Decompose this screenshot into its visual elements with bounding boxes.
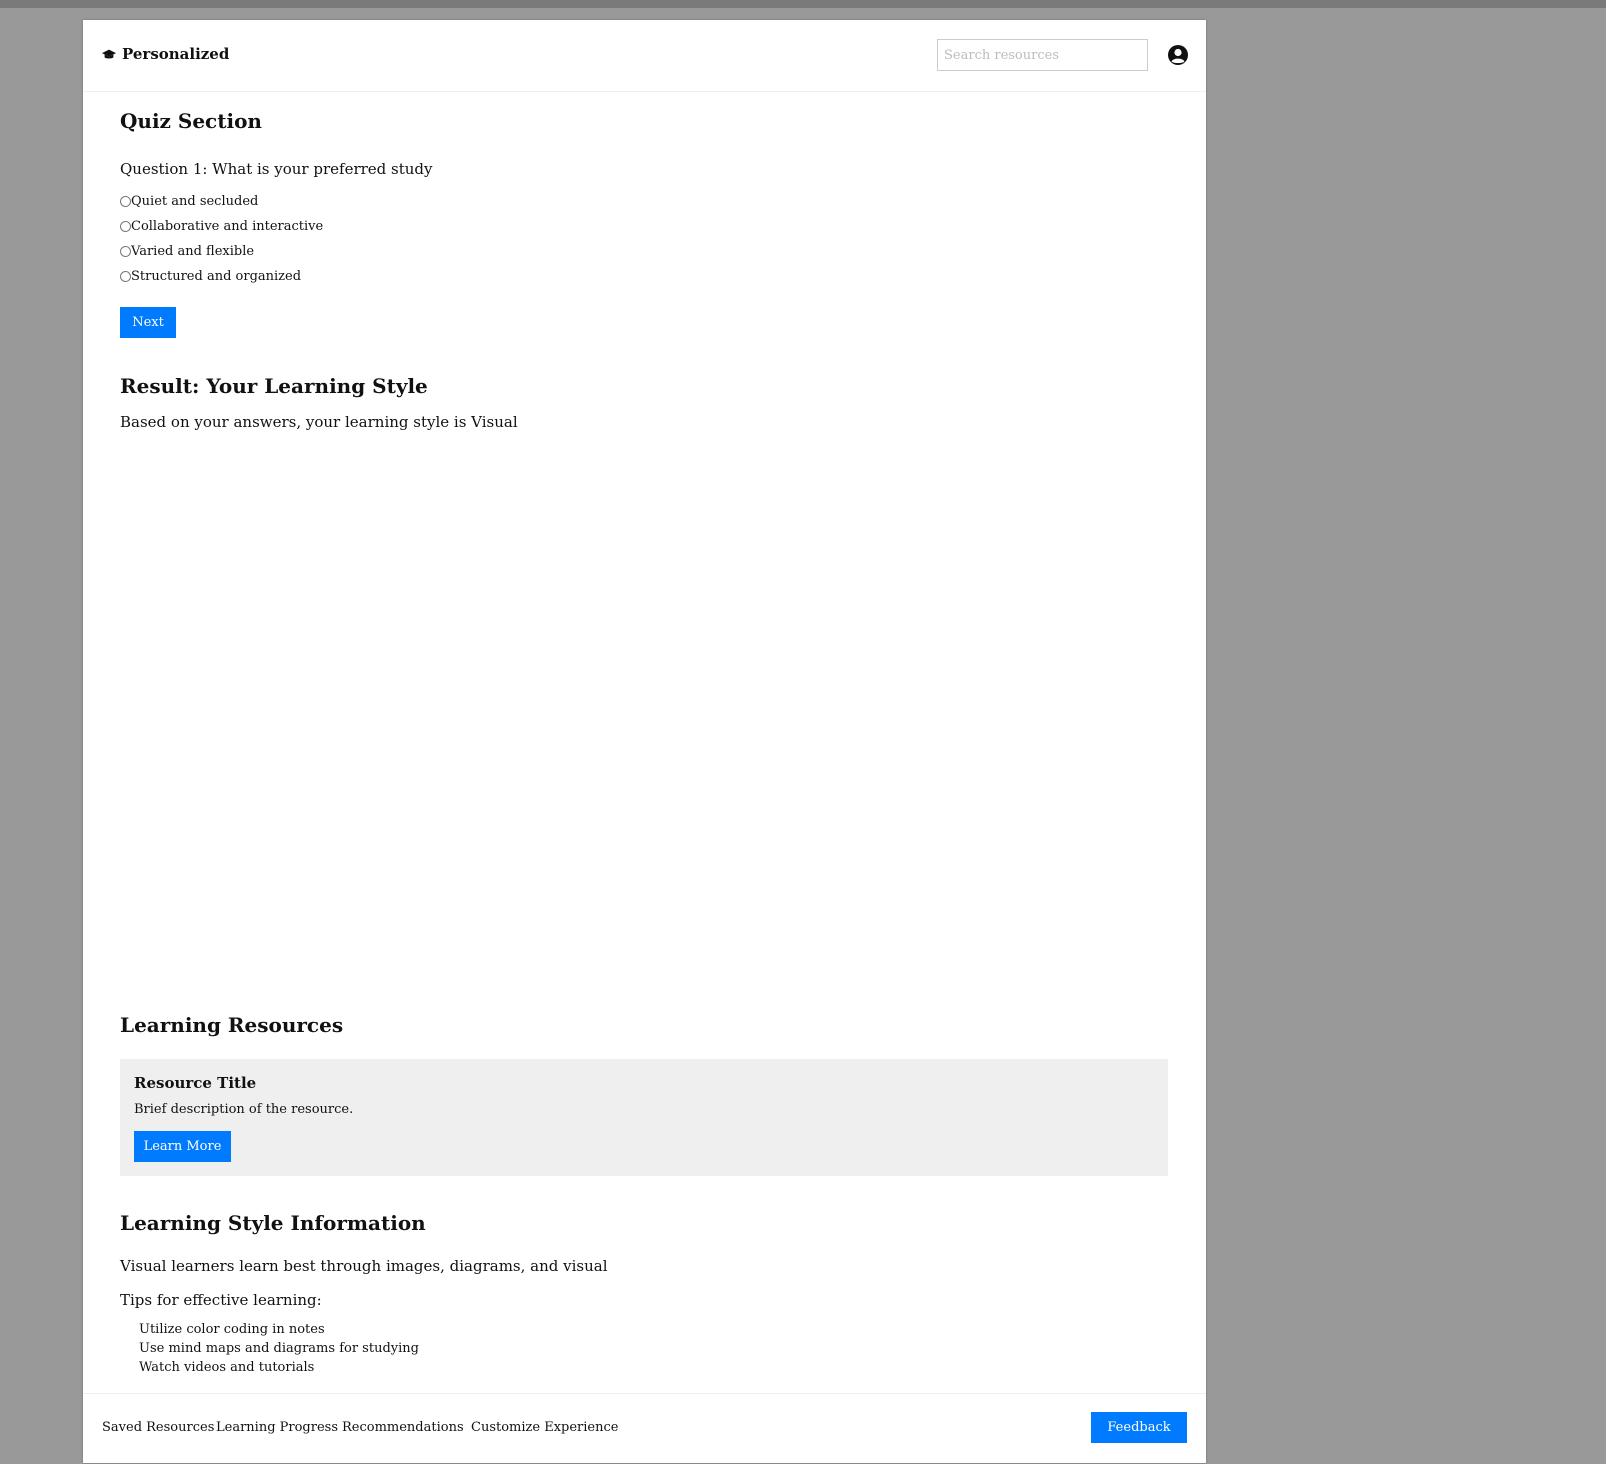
option-label: Collaborative and interactive <box>131 219 324 234</box>
page-container: Personalized Quiz Section Question 1: Wh… <box>83 20 1206 1463</box>
learning-style-info-title: Learning Style Information <box>120 1211 426 1235</box>
tips-heading: Tips for effective learning: <box>120 1291 322 1309</box>
resource-title: Resource Title <box>134 1074 257 1092</box>
tip-item: Utilize color coding in notes <box>139 1322 325 1337</box>
footer-link-recommendations[interactable]: Recommendations <box>342 1420 464 1435</box>
footer: Saved Resources Learning Progress Recomm… <box>83 1393 1206 1464</box>
footer-link-customize-experience[interactable]: Customize Experience <box>471 1420 618 1435</box>
graduation-cap-icon <box>102 49 116 59</box>
option-label: Varied and flexible <box>131 244 255 259</box>
radio-option-4[interactable] <box>120 271 131 282</box>
footer-link-saved-resources[interactable]: Saved Resources <box>102 1420 214 1435</box>
next-button[interactable]: Next <box>120 307 176 338</box>
option-label: Structured and organized <box>131 269 302 284</box>
result-text: Based on your answers, your learning sty… <box>120 413 518 431</box>
brand-name: Personalized <box>122 45 230 63</box>
learn-more-button[interactable]: Learn More <box>134 1131 231 1162</box>
user-circle-icon[interactable] <box>1167 44 1189 66</box>
feedback-button[interactable]: Feedback <box>1091 1412 1187 1443</box>
brand[interactable]: Personalized <box>102 45 229 63</box>
radio-option-1[interactable] <box>120 196 131 207</box>
resource-card: Resource Title Brief description of the … <box>120 1059 1168 1176</box>
option-label: Quiet and secluded <box>131 194 259 209</box>
header: Personalized <box>83 20 1206 92</box>
quiz-option-1[interactable]: Quiet and secluded <box>120 194 258 209</box>
quiz-option-4[interactable]: Structured and organized <box>120 269 301 284</box>
window-top-bar <box>0 0 1606 8</box>
learning-style-description: Visual learners learn best through image… <box>120 1257 608 1275</box>
result-title: Result: Your Learning Style <box>120 374 428 398</box>
quiz-question: Question 1: What is your preferred study <box>120 160 433 178</box>
footer-link-learning-progress[interactable]: Learning Progress <box>216 1420 338 1435</box>
tip-item: Watch videos and tutorials <box>139 1360 315 1375</box>
quiz-option-2[interactable]: Collaborative and interactive <box>120 219 323 234</box>
tips-list: Utilize color coding in notes Use mind m… <box>139 1320 419 1377</box>
search-input[interactable] <box>937 39 1148 71</box>
radio-option-3[interactable] <box>120 246 131 257</box>
radio-option-2[interactable] <box>120 221 131 232</box>
resource-description: Brief description of the resource. <box>134 1102 354 1117</box>
quiz-option-3[interactable]: Varied and flexible <box>120 244 254 259</box>
quiz-section-title: Quiz Section <box>120 109 262 133</box>
tip-item: Use mind maps and diagrams for studying <box>139 1341 419 1356</box>
resources-title: Learning Resources <box>120 1013 344 1037</box>
